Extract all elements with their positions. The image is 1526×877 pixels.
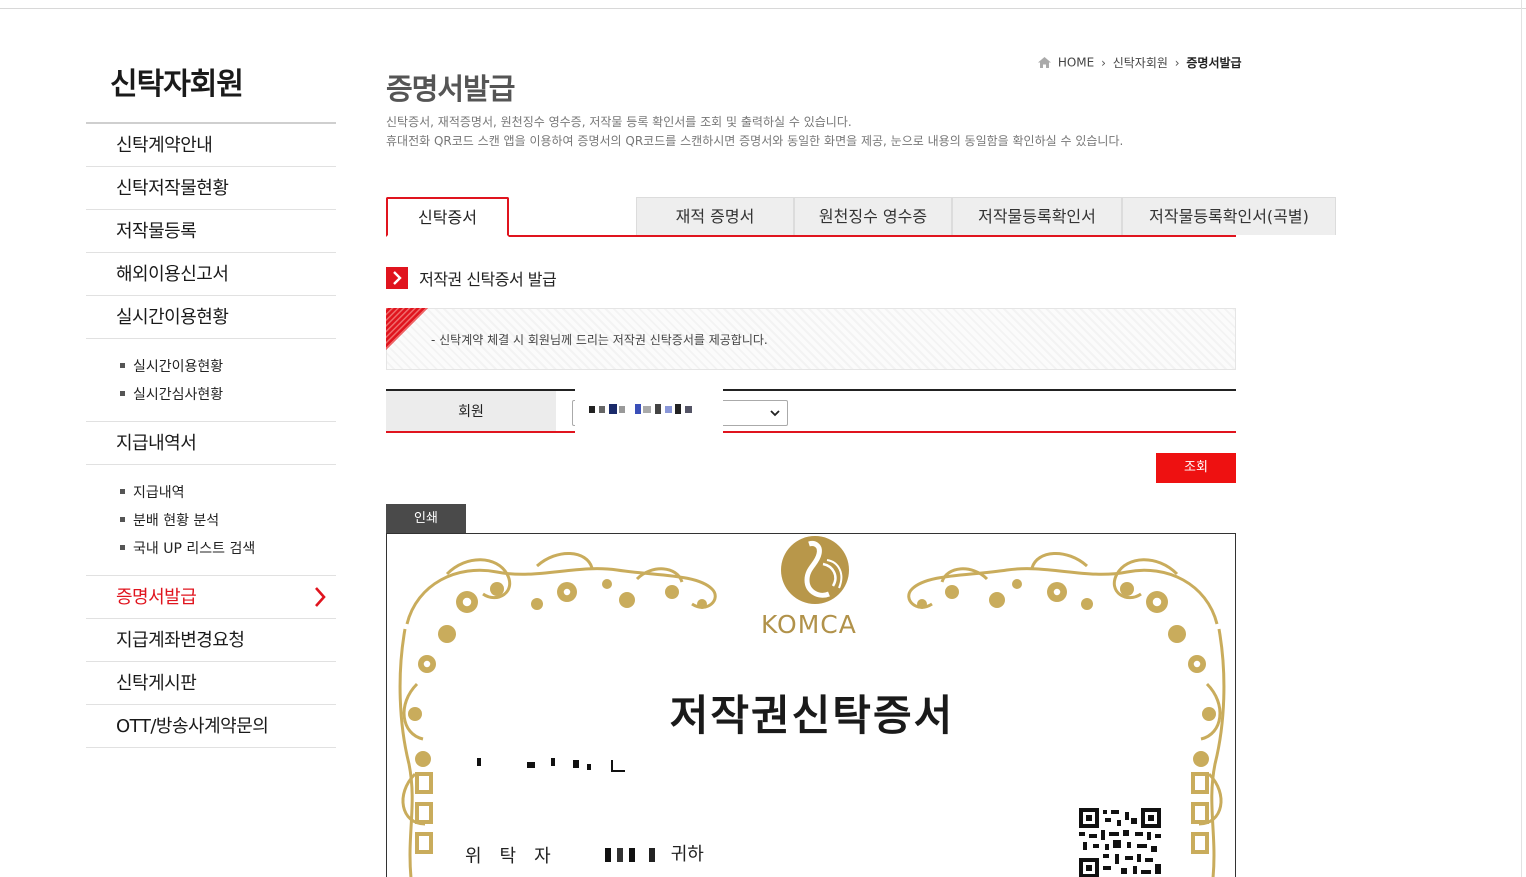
search-button[interactable]: 조회 [1156,453,1236,483]
sidebar-item-payment-statement[interactable]: 지급내역서 [86,422,336,465]
tab-withholding-receipt[interactable]: 원천징수 영수증 [794,197,952,235]
qr-code [1079,808,1161,877]
trustor-value: 귀하 [605,840,704,866]
notice-box: - 신탁계약 체결 시 회원님께 드리는 저작권 신탁증서를 제공합니다. [386,308,1236,370]
sidebar-item-trust-contract-guide[interactable]: 신탁계약안내 [86,124,336,167]
certificate-preview: KOMCA 저작권신탁증서 위탁자 귀하 [386,533,1236,877]
top-divider [0,8,1526,9]
breadcrumb: HOME › 신탁자회원 › 증명서발급 [1038,54,1242,71]
page-title: 증명서발급 [386,72,515,106]
page-scrollbar[interactable] [1521,0,1522,877]
home-icon [1038,57,1051,68]
submenu-item-distribution-analysis[interactable]: 분배 현황 분석 [120,507,336,535]
page-description-line: 휴대전화 QR코드 스캔 앱을 이용하여 증명서의 QR코드를 스캔하시면 증명… [386,134,1124,148]
sidebar: 신탁자회원 신탁계약안내 신탁저작물현황 저작물등록 해외이용신고서 실시간이용… [86,60,336,748]
chevron-down-icon [770,410,780,417]
section-title: 저작권 신탁증서 발급 [419,270,557,289]
sidebar-item-work-registration[interactable]: 저작물등록 [86,210,336,253]
realtime-submenu: 실시간이용현황 실시간심사현황 [86,339,336,422]
redacted-text [477,758,481,766]
komca-wordmark: KOMCA [761,610,857,639]
chevron-right-icon: › [1101,55,1106,70]
sidebar-item-trust-board[interactable]: 신탁게시판 [86,662,336,705]
submenu-item-label: 실시간심사현황 [133,387,224,403]
submenu-item-label: 지급내역 [133,485,185,501]
submenu-item-label: 실시간이용현황 [133,359,224,375]
redacted-text [551,758,555,766]
submenu-item-domestic-up-search[interactable]: 국내 UP 리스트 검색 [120,535,336,563]
redacted-member-name [575,387,723,437]
chevron-right-icon: › [1174,55,1180,70]
sidebar-item-overseas-use-report[interactable]: 해외이용신고서 [86,253,336,296]
tab-work-registration-confirmation-by-song[interactable]: 저작물등록확인서(곡별) [1122,197,1336,235]
notice-text: - 신탁계약 체결 시 회원님께 드리는 저작권 신탁증서를 제공합니다. [431,333,768,347]
section-heading: 저작권 신탁증서 발급 [386,266,557,289]
sidebar-item-ott-broadcast-inquiry[interactable]: OTT/방송사계약문의 [86,705,336,748]
sidebar-item-label: 증명서발급 [116,587,197,608]
submenu-item-realtime-review[interactable]: 실시간심사현황 [120,381,336,409]
sidebar-title: 신탁자회원 [86,60,336,124]
breadcrumb-home[interactable]: HOME [1058,56,1094,70]
redacted-text [587,764,591,770]
breadcrumb-current: 증명서발급 [1186,56,1242,70]
bullet-icon [120,544,125,550]
page-description: 신탁증서, 재적증명서, 원천징수 영수증, 저작물 등록 확인서를 조회 및 … [386,113,1123,151]
page-description-line: 신탁증서, 재적증명서, 원천징수 영수증, 저작물 등록 확인서를 조회 및 … [386,115,852,129]
corner-accent-icon [386,308,428,350]
certificate-tabs: 재적 증명서 원천징수 영수증 저작물등록확인서 저작물등록확인서(곡별) 신탁… [386,197,1336,237]
tab-membership-certificate[interactable]: 재적 증명서 [636,197,794,235]
redacted-text [527,762,535,768]
sidebar-item-account-change-request[interactable]: 지급계좌변경요청 [86,619,336,662]
tab-work-registration-confirmation[interactable]: 저작물등록확인서 [952,197,1122,235]
bullet-icon [120,488,125,494]
submenu-item-label: 분배 현황 분석 [133,513,220,529]
sidebar-item-trusted-works-status[interactable]: 신탁저작물현황 [86,167,336,210]
submenu-item-payment-history[interactable]: 지급내역 [120,479,336,507]
print-button[interactable]: 인쇄 [386,504,466,534]
payment-submenu: 지급내역 분배 현황 분석 국내 UP 리스트 검색 [86,465,336,576]
tab-trust-certificate[interactable]: 신탁증서 [386,197,509,237]
sidebar-item-certificate-issuance[interactable]: 증명서발급 [86,576,336,619]
trustor-suffix: 귀하 [670,844,704,865]
submenu-item-realtime-usage[interactable]: 실시간이용현황 [120,353,336,381]
chevron-right-icon [386,267,408,289]
bullet-icon [120,362,125,368]
bullet-icon [120,390,125,396]
member-label: 회원 [386,391,556,431]
redacted-text [573,760,579,768]
chevron-right-icon [315,587,326,607]
trustor-label: 위탁자 [465,846,569,867]
certificate-title: 저작권신탁증서 [669,691,955,740]
submenu-item-label: 국내 UP 리스트 검색 [133,541,256,557]
bullet-icon [120,516,125,522]
redacted-text [611,760,625,772]
breadcrumb-level1[interactable]: 신탁자회원 [1113,56,1168,70]
sidebar-item-realtime-usage[interactable]: 실시간이용현황 [86,296,336,339]
redacted-text [605,848,665,862]
member-search-row: 회원 [386,387,1236,437]
